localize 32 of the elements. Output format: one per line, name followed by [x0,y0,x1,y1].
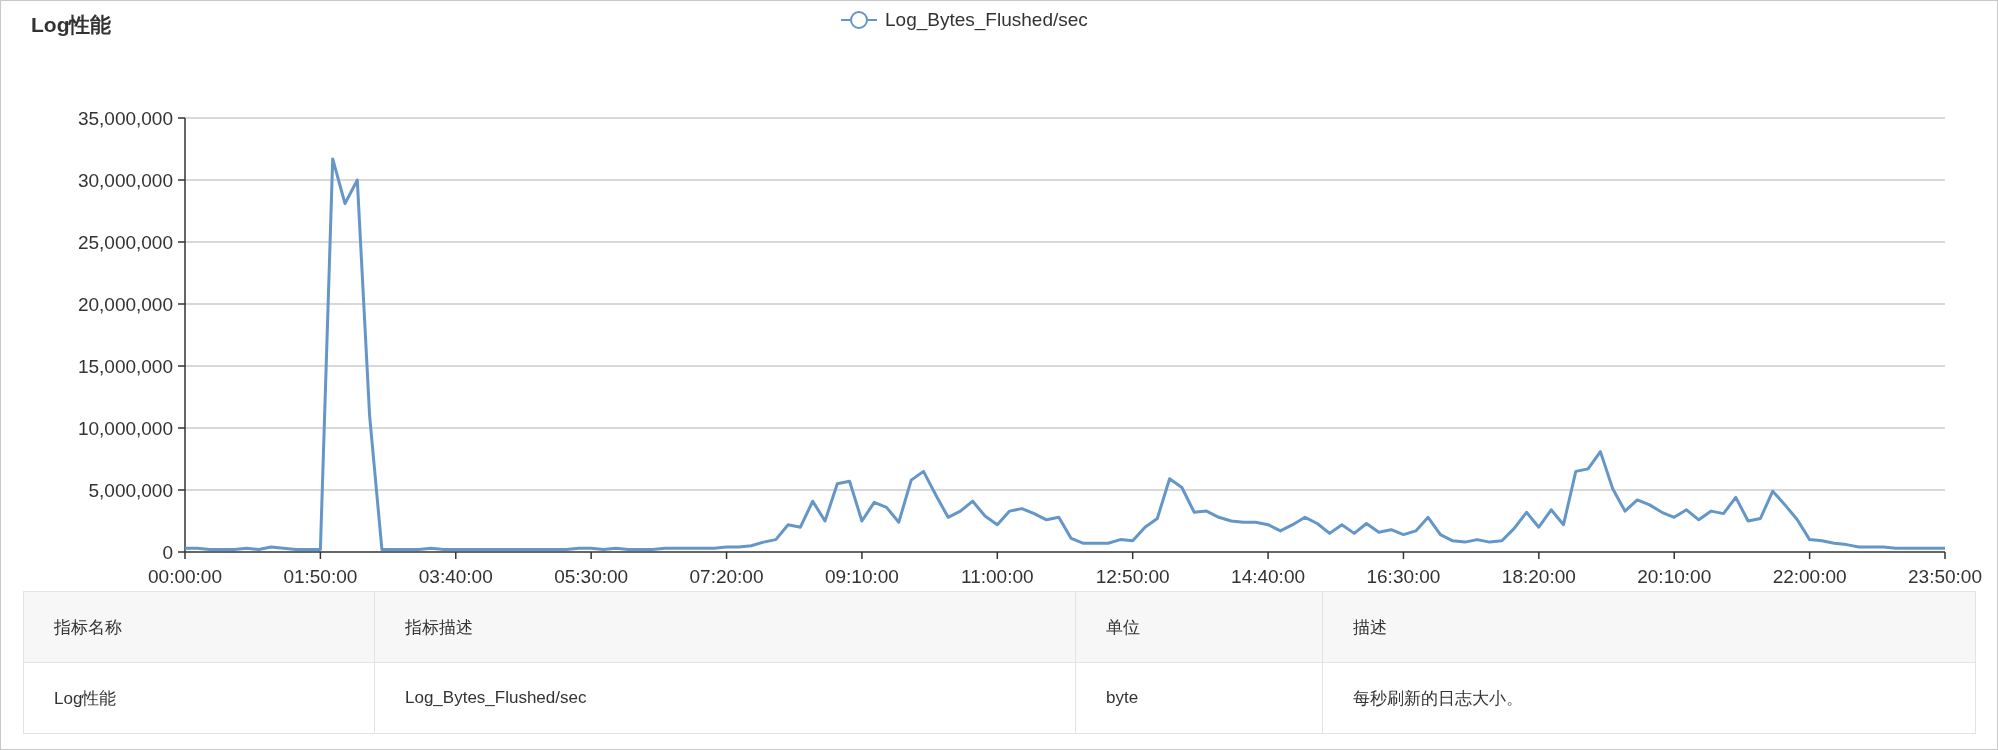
x-axis-label: 18:20:00 [1501,566,1576,587]
x-axis-label: 16:30:00 [1366,566,1441,587]
y-axis-label: 20,000,000 [77,294,173,315]
x-axis-label: 05:30:00 [554,566,629,587]
column-header: 指标名称 [23,591,375,663]
x-axis-label: 11:00:00 [961,566,1034,587]
table-cell: Log_Bytes_Flushed/sec [374,662,1076,734]
column-header: 单位 [1075,591,1323,663]
legend-label[interactable]: Log_Bytes_Flushed/sec [885,9,1088,31]
x-axis-label: 07:20:00 [689,566,764,587]
y-axis-label: 25,000,000 [77,232,173,253]
panel-title: Log性能 [30,12,112,38]
x-axis-label: 00:00:00 [148,566,222,587]
x-axis-label: 03:40:00 [418,566,493,587]
y-axis-label: 0 [162,542,173,563]
x-axis-label: 20:10:00 [1637,566,1712,587]
x-axis-label: 23:50:00 [1908,566,1982,587]
x-axis-label: 01:50:00 [283,566,358,587]
x-axis-label: 12:50:00 [1095,566,1170,587]
y-axis-label: 15,000,000 [77,356,173,377]
table-cell: byte [1075,662,1323,734]
y-axis-label: 30,000,000 [77,170,173,191]
table-cell: 每秒刷新的日志大小。 [1322,662,1976,734]
table-cell: Log性能 [23,662,375,734]
column-header: 描述 [1322,591,1976,663]
x-axis-label: 22:00:00 [1772,566,1847,587]
x-axis-label: 14:40:00 [1231,566,1306,587]
y-axis-label: 5,000,000 [88,480,173,501]
column-header: 指标描述 [374,591,1076,663]
x-axis-label: 09:10:00 [824,566,899,587]
y-axis-label: 35,000,000 [77,108,173,129]
y-axis-label: 10,000,000 [77,418,173,439]
